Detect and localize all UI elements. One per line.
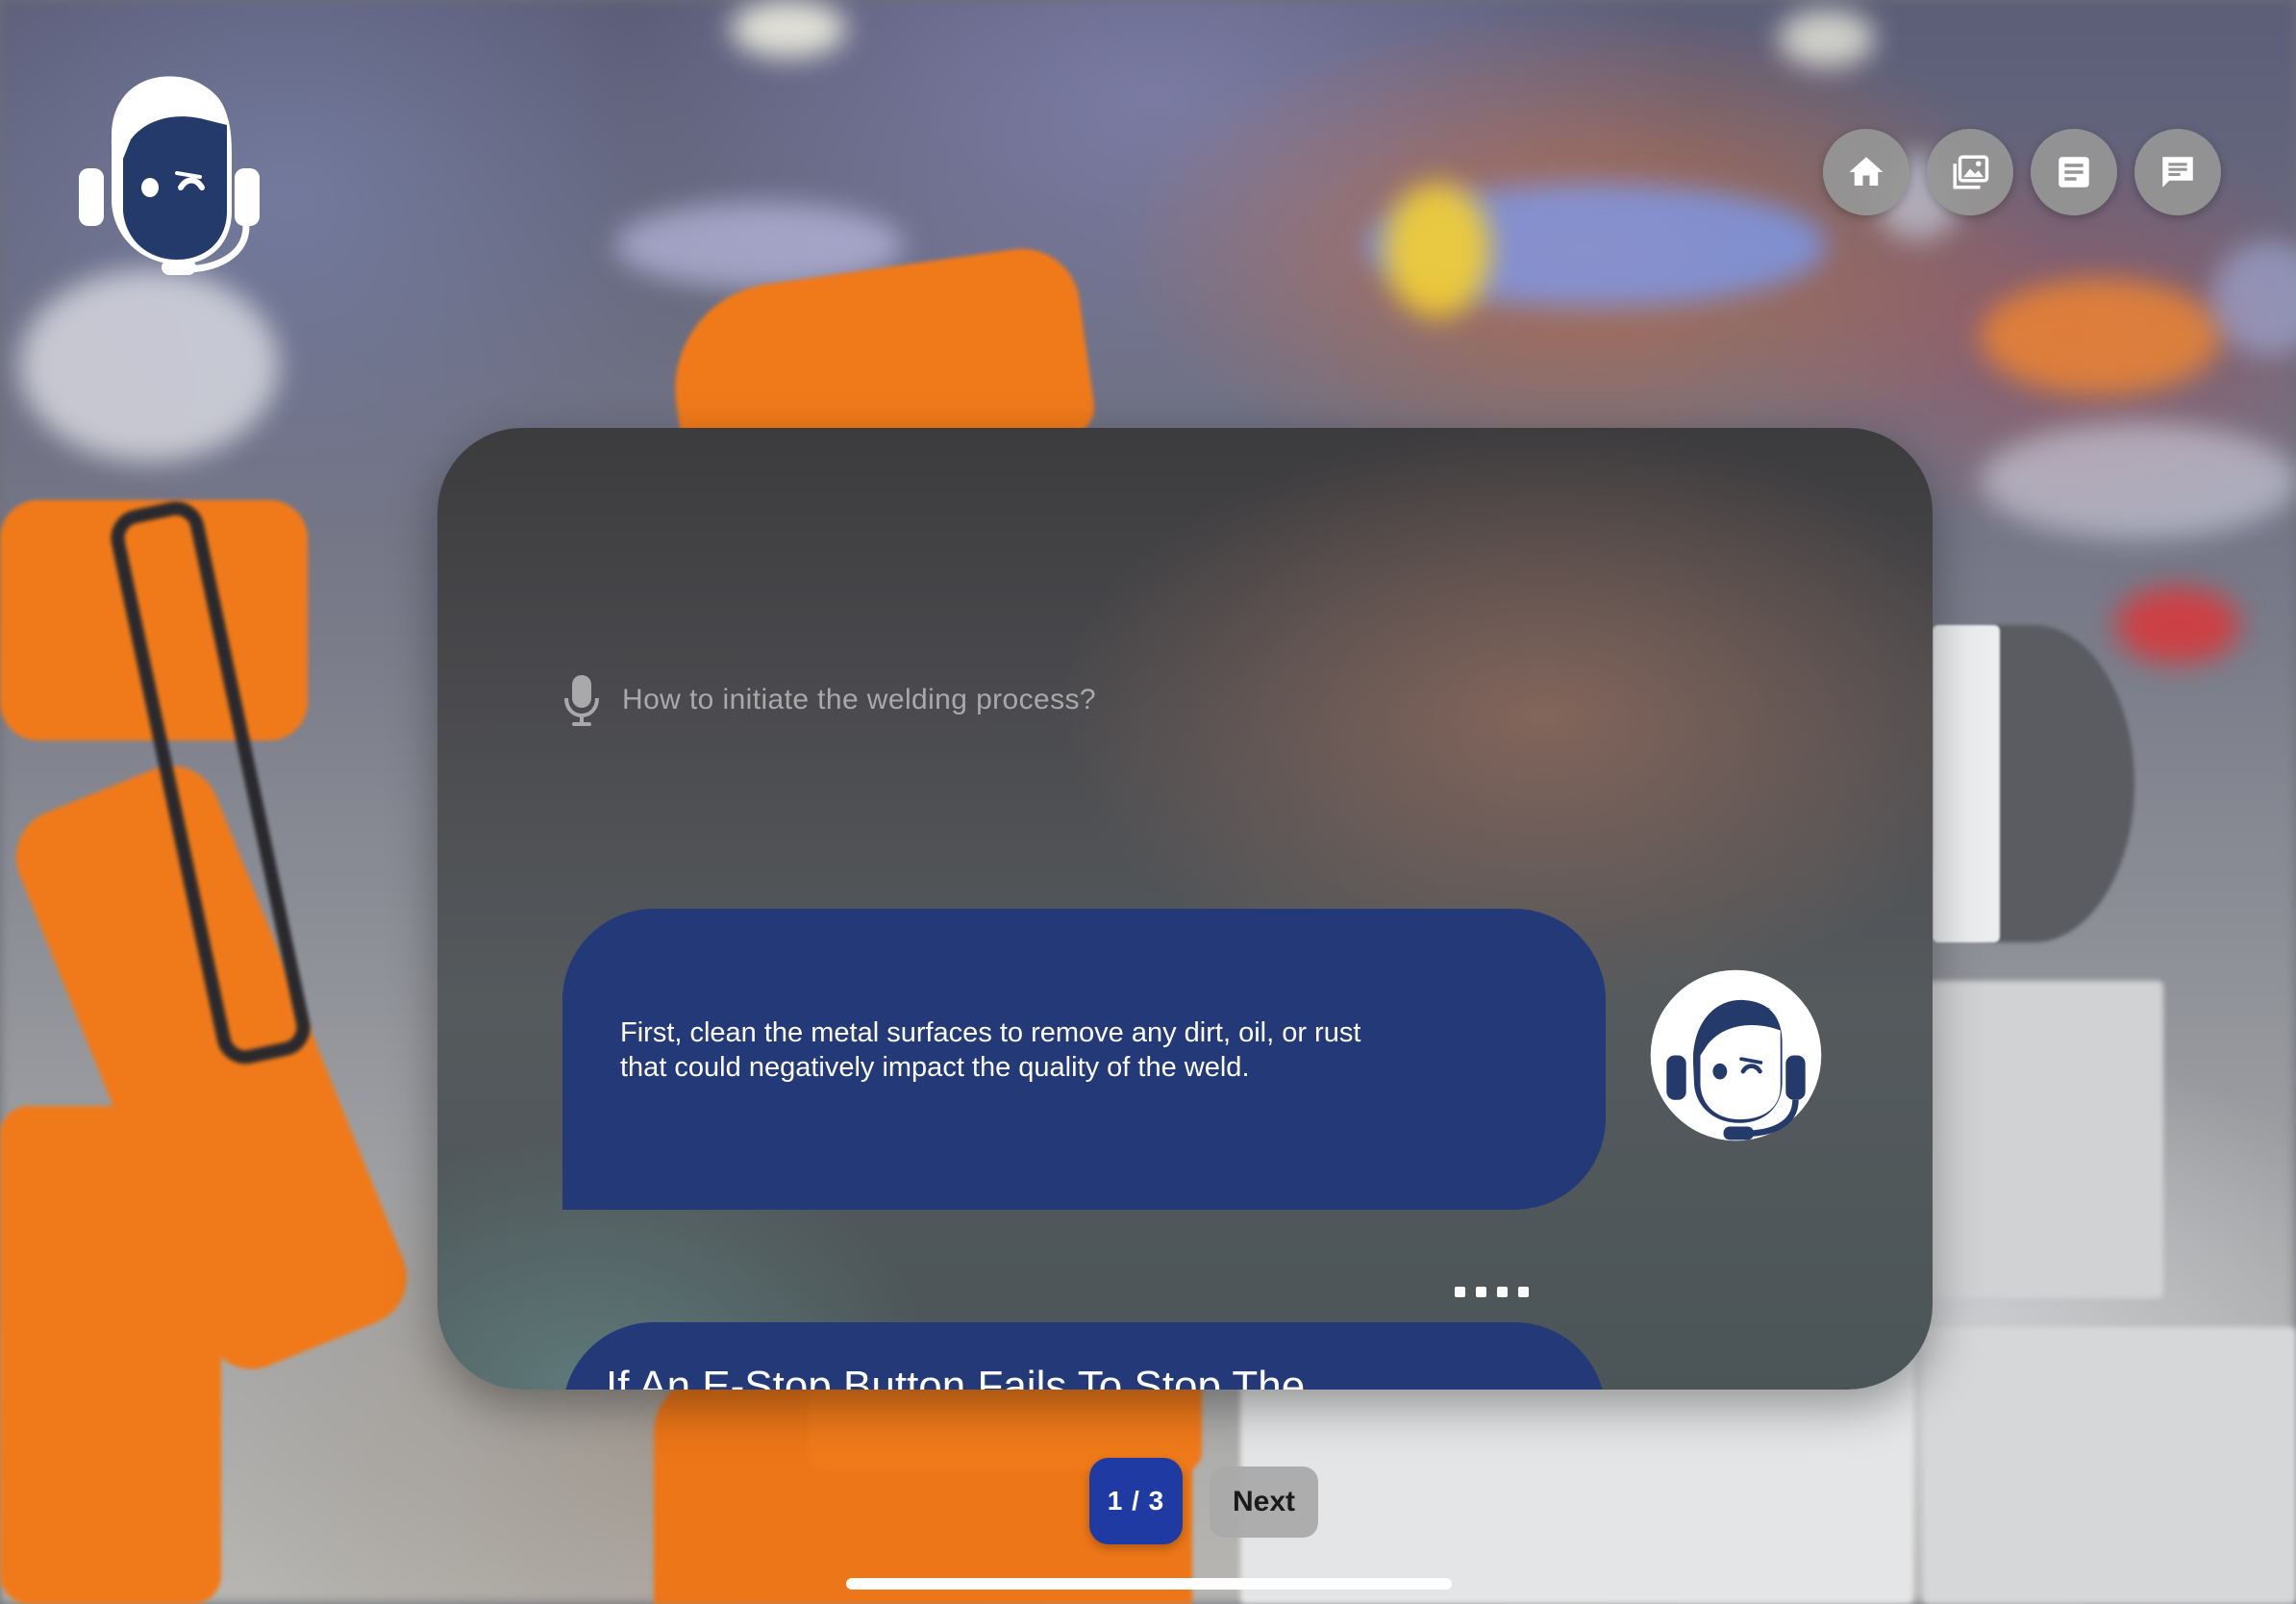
gallery-icon bbox=[1953, 155, 1989, 189]
home-button[interactable] bbox=[1823, 129, 1909, 215]
home-indicator-bar[interactable] bbox=[846, 1578, 1452, 1590]
microphone-icon[interactable] bbox=[562, 673, 601, 727]
assistant-reply-bubble: First, clean the metal surfaces to remov… bbox=[562, 909, 1606, 1210]
chat-button[interactable] bbox=[2134, 129, 2221, 215]
document-icon bbox=[2059, 157, 2089, 188]
gallery-button[interactable] bbox=[1927, 129, 2013, 215]
user-query: How to initiate the welding process? bbox=[562, 673, 1096, 727]
assistant-reply-text: First, clean the metal surfaces to remov… bbox=[620, 1016, 1361, 1083]
top-nav bbox=[1823, 129, 2221, 215]
assistant-logo-icon bbox=[79, 76, 260, 275]
headset-agent-icon bbox=[1650, 969, 1822, 1141]
page-indicator: 1 / 3 bbox=[1089, 1458, 1183, 1544]
query-text: How to initiate the welding process? bbox=[622, 684, 1096, 715]
home-icon bbox=[1849, 157, 1884, 186]
typing-indicator bbox=[1455, 1287, 1529, 1297]
chat-icon bbox=[2162, 157, 2193, 188]
next-reply-text: If An E-Stop Button Fails To Stop The bbox=[606, 1363, 1306, 1390]
next-reply-bubble: If An E-Stop Button Fails To Stop The bbox=[562, 1322, 1606, 1390]
chat-panel: How to initiate the welding process? Fir… bbox=[437, 428, 1933, 1390]
document-button[interactable] bbox=[2031, 129, 2117, 215]
next-button[interactable]: Next bbox=[1210, 1466, 1318, 1538]
